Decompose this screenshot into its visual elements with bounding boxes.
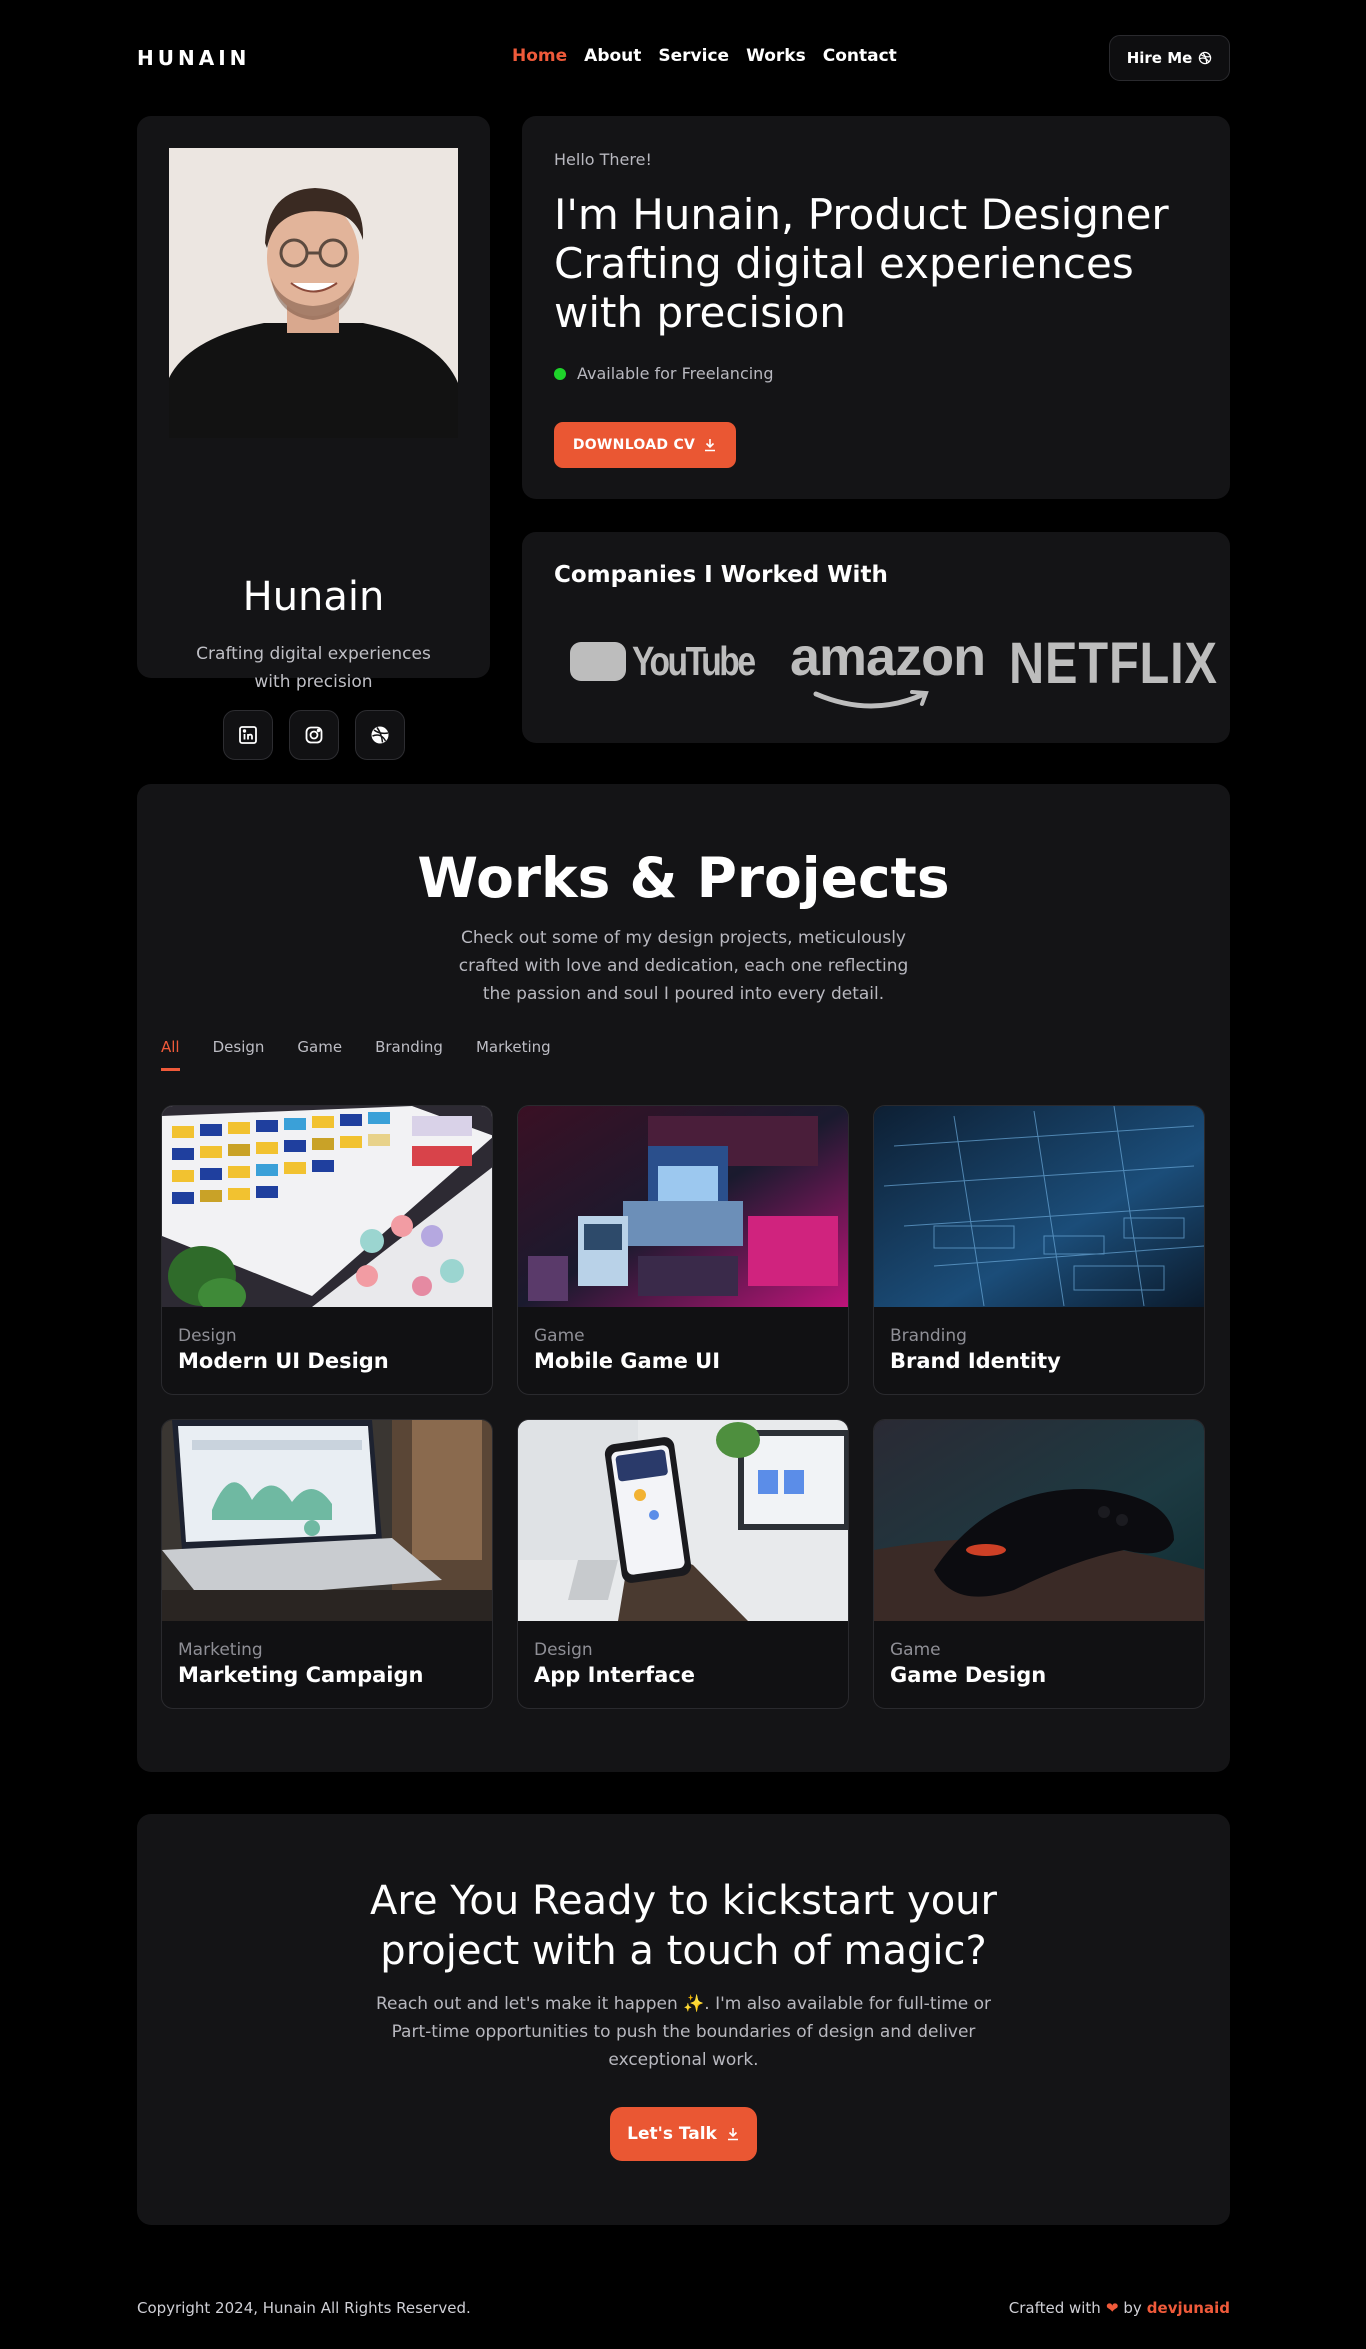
project-title: Mobile Game UI (534, 1349, 721, 1373)
download-icon (727, 2128, 738, 2141)
project-title: Modern UI Design (178, 1349, 389, 1373)
tab-game[interactable]: Game (297, 1038, 342, 1071)
project-card[interactable]: Design Modern UI Design (161, 1105, 493, 1395)
nav-contact[interactable]: Contact (823, 46, 897, 66)
linkedin-button[interactable] (222, 710, 273, 760)
availability-status: Available for Freelancing (554, 364, 773, 383)
footer-copyright: Copyright 2024, Hunain All Rights Reserv… (137, 2299, 471, 2317)
project-title: Game Design (890, 1663, 1047, 1687)
project-category: Design (534, 1640, 593, 1660)
companies-card: Companies I Worked With YouTube amazon N… (522, 532, 1230, 743)
company-logos: YouTube amazon NETFLIX (522, 618, 1230, 714)
project-thumbnail (162, 1106, 492, 1307)
project-title: Brand Identity (890, 1349, 1061, 1373)
works-description: Check out some of my design projects, me… (458, 928, 909, 1004)
dribbble-icon (371, 726, 388, 744)
youtube-play-icon (570, 642, 626, 681)
hero-greeting: Hello There! (554, 150, 652, 169)
companies-title: Companies I Worked With (554, 562, 888, 588)
cta-title: Are You Ready to kickstart your project … (370, 1878, 997, 1974)
instagram-icon (305, 726, 322, 744)
project-title: App Interface (534, 1663, 696, 1687)
project-thumbnail (162, 1420, 492, 1621)
download-icon (705, 439, 716, 452)
cta-description: Reach out and let's make it happen ✨. I'… (375, 1994, 992, 2070)
hire-me-button[interactable]: Hire Me (1109, 35, 1230, 81)
project-category: Game (534, 1326, 585, 1346)
tab-marketing[interactable]: Marketing (476, 1038, 551, 1071)
hire-me-label: Hire Me (1126, 49, 1193, 67)
hero-headline: I'm Hunain, Product Designer Crafting di… (554, 190, 1169, 337)
cta-section: Are You Ready to kickstart your project … (137, 1814, 1230, 2225)
project-card[interactable]: Design App Interface (517, 1419, 849, 1709)
project-filter-tabs: All Design Game Branding Marketing (161, 1038, 551, 1071)
tab-all[interactable]: All (161, 1038, 180, 1071)
profile-card: Hunain Crafting digital experiences with… (137, 116, 490, 760)
nav-works[interactable]: Works (746, 46, 806, 66)
project-card[interactable]: Marketing Marketing Campaign (161, 1419, 493, 1709)
site-logo[interactable]: HUNAIN (137, 46, 250, 70)
amazon-smile-icon (813, 690, 929, 709)
profile-name: Hunain (242, 574, 385, 620)
youtube-logo: YouTube (570, 638, 780, 685)
availability-label: Available for Freelancing (577, 364, 774, 383)
footer-credit: Crafted with ❤ by devjunaid (1008, 2299, 1230, 2317)
author-link[interactable]: devjunaid (1147, 2299, 1230, 2317)
download-cv-button[interactable]: DOWNLOAD CV (554, 422, 736, 468)
nav-home[interactable]: Home (512, 46, 567, 66)
project-card[interactable]: Game Mobile Game UI (517, 1105, 849, 1395)
nav-about[interactable]: About (584, 46, 641, 66)
project-thumbnail (518, 1106, 848, 1307)
heart-icon: ❤ (1105, 2299, 1119, 2317)
dribbble-icon (1199, 51, 1212, 65)
social-links (137, 710, 490, 760)
profile-photo (169, 148, 458, 438)
tab-design[interactable]: Design (213, 1038, 265, 1071)
nav-service[interactable]: Service (658, 46, 729, 66)
hero-card: Hello There! I'm Hunain, Product Designe… (522, 116, 1230, 499)
project-title: Marketing Campaign (178, 1663, 424, 1687)
works-title: Works & Projects (417, 846, 950, 910)
status-dot (554, 367, 566, 380)
project-grid: Design Modern UI Design Game Mobile Game… (161, 1105, 1206, 1709)
download-cv-label: DOWNLOAD CV (572, 437, 696, 453)
amazon-logo: amazon (790, 627, 986, 687)
netflix-logo: NETFLIX (1009, 631, 1218, 696)
lets-talk-button[interactable]: Let's Talk (610, 2107, 757, 2161)
linkedin-icon (238, 726, 257, 744)
project-card[interactable]: Game Game Design (873, 1419, 1205, 1709)
project-category: Branding (890, 1326, 967, 1346)
dribbble-button[interactable] (354, 710, 405, 760)
project-thumbnail (518, 1420, 848, 1621)
project-thumbnail (874, 1420, 1204, 1621)
project-thumbnail (874, 1106, 1204, 1307)
main-nav: Home About Service Works Contact (512, 46, 897, 66)
profile-tagline: Crafting digital experiences with precis… (196, 644, 431, 692)
project-category: Marketing (178, 1640, 263, 1660)
project-card[interactable]: Branding Brand Identity (873, 1105, 1205, 1395)
instagram-button[interactable] (288, 710, 339, 760)
project-category: Game (890, 1640, 941, 1660)
project-category: Design (178, 1326, 237, 1346)
lets-talk-label: Let's Talk (627, 2124, 717, 2144)
works-section: Works & Projects Check out some of my de… (137, 784, 1230, 1772)
tab-branding[interactable]: Branding (375, 1038, 443, 1071)
